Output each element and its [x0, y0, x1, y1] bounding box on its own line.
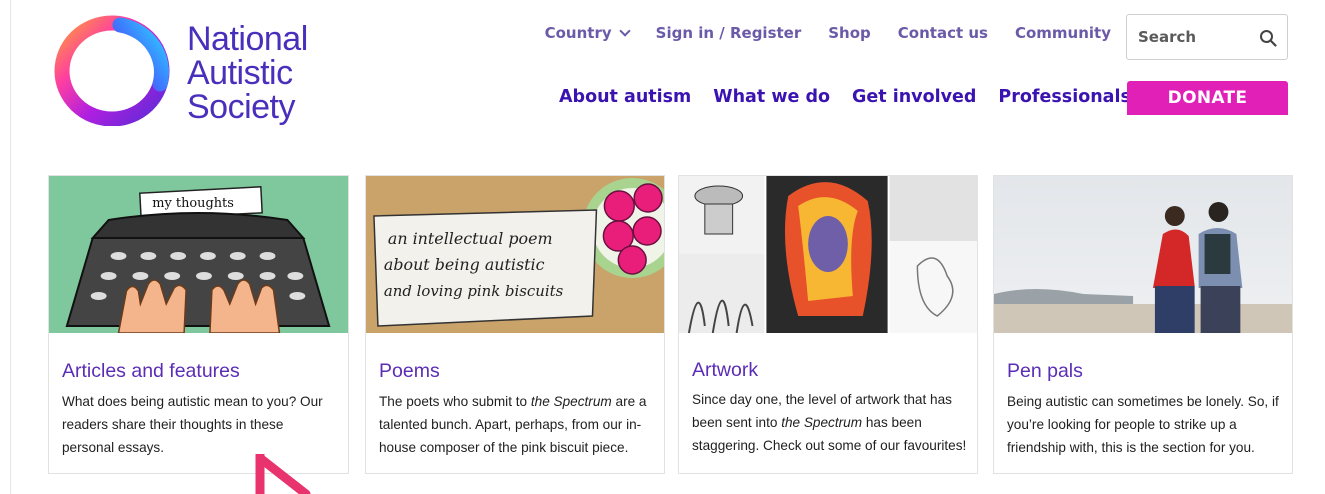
- poem-text-line-1: an intellectual poem: [388, 229, 553, 248]
- poem-text-line-2: about being autistic: [384, 255, 545, 274]
- search-icon[interactable]: [1259, 29, 1277, 47]
- pen-pals-photo: [994, 176, 1292, 333]
- search-box: [1126, 14, 1288, 60]
- site-logo[interactable]: National Autistic Society: [54, 14, 344, 132]
- card-pen-pals[interactable]: Pen pals Being autistic can sometimes be…: [993, 175, 1293, 474]
- donate-button[interactable]: DONATE: [1127, 81, 1288, 115]
- card-title[interactable]: Artwork: [692, 359, 758, 382]
- card-title[interactable]: Articles and features: [62, 360, 240, 383]
- nav-get-involved[interactable]: Get involved: [852, 87, 976, 107]
- card-poems[interactable]: an intellectual poem about being autisti…: [365, 175, 665, 474]
- community-link[interactable]: Community: [1015, 24, 1111, 42]
- main-nav: About autism What we do Get involved Pro…: [559, 87, 1153, 107]
- search-input[interactable]: [1138, 28, 1248, 46]
- country-label: Country: [544, 24, 612, 42]
- contact-link[interactable]: Contact us: [898, 24, 988, 42]
- card-description: What does being autistic mean to you? Ou…: [62, 394, 323, 455]
- card-title[interactable]: Poems: [379, 360, 440, 383]
- card-description: Since day one, the level of artwork that…: [692, 392, 967, 453]
- card-artwork[interactable]: Artwork Since day one, the level of artw…: [678, 175, 978, 474]
- logo-wordmark: National Autistic Society: [187, 22, 308, 124]
- sign-in-link[interactable]: Sign in / Register: [656, 24, 802, 42]
- logo-ring-icon: [54, 15, 170, 126]
- card-description: Being autistic can sometimes be lonely. …: [1007, 394, 1279, 455]
- poem-text-line-3: and loving pink biscuits: [384, 282, 564, 300]
- card-articles[interactable]: my thoughts Articles and features What d…: [48, 175, 349, 474]
- page-left-border: [10, 0, 11, 494]
- shop-link[interactable]: Shop: [828, 24, 871, 42]
- logo-line-2: Autistic: [187, 54, 293, 92]
- chevron-down-icon: [618, 25, 631, 37]
- logo-line-1: National: [187, 20, 308, 58]
- nav-what-we-do[interactable]: What we do: [713, 87, 830, 107]
- logo-line-3: Society: [187, 88, 295, 126]
- card-title[interactable]: Pen pals: [1007, 360, 1083, 383]
- nav-professionals[interactable]: Professionals: [998, 87, 1131, 107]
- artwork-image: [679, 176, 977, 333]
- cursor-arrow-icon: [255, 454, 311, 494]
- country-selector[interactable]: Country: [544, 24, 631, 42]
- card-description: The poets who submit to the Spectrum are…: [379, 394, 647, 455]
- nav-about-autism[interactable]: About autism: [559, 87, 691, 107]
- typewriter-image: my thoughts: [49, 176, 348, 333]
- poem-image: an intellectual poem about being autisti…: [366, 176, 664, 333]
- typewriter-paper-text: my thoughts: [152, 196, 234, 211]
- utility-nav: Country Sign in / Register Shop Contact …: [545, 24, 1111, 42]
